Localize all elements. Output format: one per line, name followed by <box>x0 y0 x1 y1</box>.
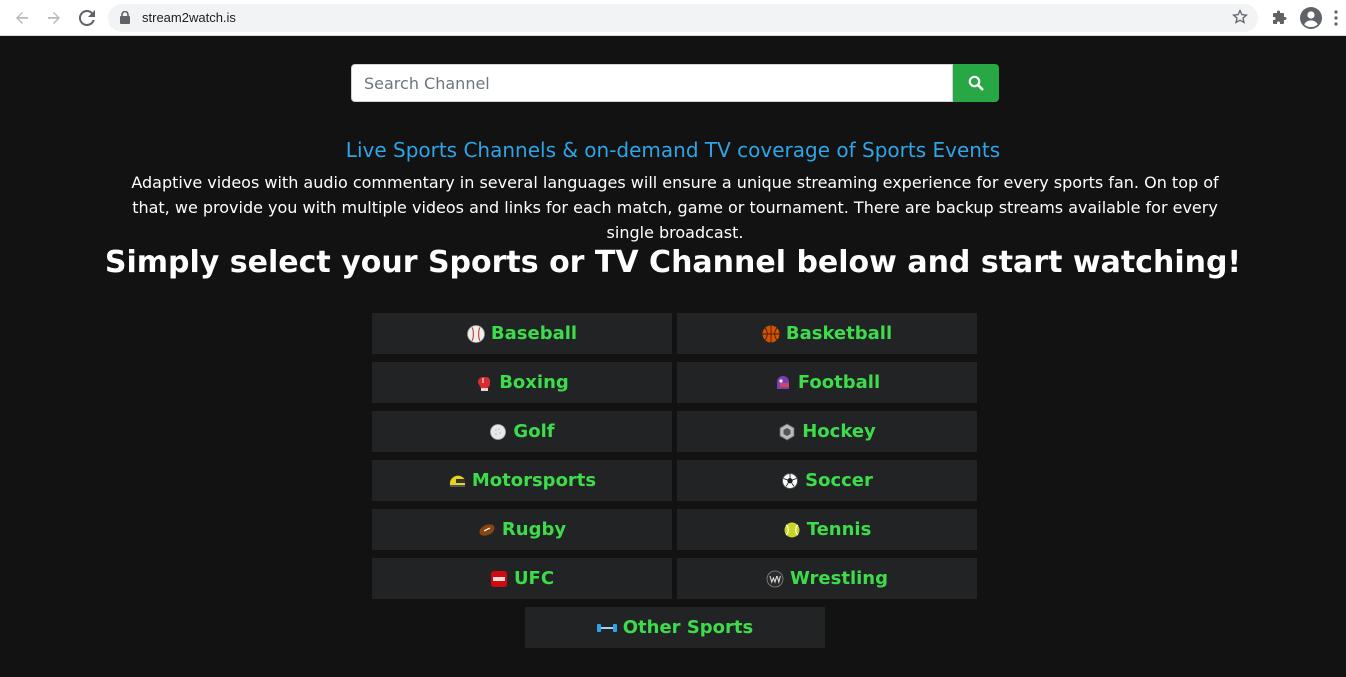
page-headline: Simply select your Sports or TV Channel … <box>104 245 1242 280</box>
page-description: Adaptive videos with audio commentary in… <box>131 173 1219 242</box>
sport-label: Soccer <box>805 470 873 491</box>
reload-button[interactable] <box>77 8 97 28</box>
helmet-icon <box>448 472 466 490</box>
boxing-glove-icon <box>475 374 493 392</box>
lock-icon <box>120 10 130 29</box>
basketball-icon <box>762 325 780 343</box>
rugby-ball-icon <box>478 521 496 539</box>
sport-label: Rugby <box>501 519 567 540</box>
sport-button-rugby[interactable]: Rugby <box>372 509 672 550</box>
sport-label: Baseball <box>490 323 578 344</box>
search-input[interactable] <box>351 64 953 102</box>
sport-label: Hockey <box>802 421 876 442</box>
sport-button-football[interactable]: Football <box>677 362 977 403</box>
sport-label: UFC <box>513 568 555 589</box>
dumbbell-icon <box>596 619 617 637</box>
sport-button-boxing[interactable]: Boxing <box>372 362 672 403</box>
tennis-ball-icon <box>783 521 801 539</box>
sport-label: Basketball <box>785 323 893 344</box>
wrestling-icon <box>766 570 784 588</box>
sport-label: Other Sports <box>622 617 754 638</box>
sport-button-wrestling[interactable]: Wrestling <box>677 558 977 599</box>
sport-label: Wrestling <box>790 568 888 589</box>
sport-button-basketball[interactable]: Basketball <box>677 313 977 354</box>
sport-label: Golf <box>513 421 555 442</box>
search-icon <box>968 75 984 91</box>
forward-button[interactable] <box>44 8 64 28</box>
menu-kebab-icon[interactable] <box>1331 7 1341 29</box>
sport-button-tennis[interactable]: Tennis <box>677 509 977 550</box>
sport-button-golf[interactable]: Golf <box>372 411 672 452</box>
sport-label: Football <box>797 372 881 393</box>
profile-avatar-icon[interactable] <box>1300 7 1322 29</box>
arrow-right-icon <box>48 12 60 24</box>
sport-button-other-sports[interactable]: Other Sports <box>525 607 825 648</box>
sport-button-ufc[interactable]: UFC <box>372 558 672 599</box>
extensions-icon[interactable] <box>1269 7 1291 29</box>
hockey-puck-icon <box>778 423 796 441</box>
bookmark-star-icon[interactable] <box>1232 8 1248 30</box>
sport-label: Motorsports <box>471 470 597 491</box>
search-button[interactable] <box>953 64 999 102</box>
ufc-icon <box>490 570 508 588</box>
browser-toolbar: stream2watch.is <box>0 0 1346 36</box>
soccer-ball-icon <box>781 472 799 490</box>
reload-icon <box>79 10 95 26</box>
address-bar[interactable]: stream2watch.is <box>108 4 1258 32</box>
baseball-icon <box>467 324 485 343</box>
sport-button-motorsports[interactable]: Motorsports <box>372 460 672 501</box>
page-content: Live Sports Channels & on-demand TV cove… <box>0 37 1346 677</box>
sport-label: Boxing <box>499 372 569 393</box>
sport-button-hockey[interactable]: Hockey <box>677 411 977 452</box>
golf-ball-icon <box>489 423 507 441</box>
sport-button-soccer[interactable]: Soccer <box>677 460 977 501</box>
sport-button-baseball[interactable]: Baseball <box>372 313 672 354</box>
sport-label: Tennis <box>806 519 872 540</box>
arrow-left-icon <box>16 12 28 24</box>
football-icon <box>774 374 792 392</box>
page-subtitle: Live Sports Channels & on-demand TV cove… <box>345 138 1001 162</box>
search-bar <box>351 64 999 102</box>
back-button[interactable] <box>12 8 32 28</box>
url-text: stream2watch.is <box>142 10 236 25</box>
